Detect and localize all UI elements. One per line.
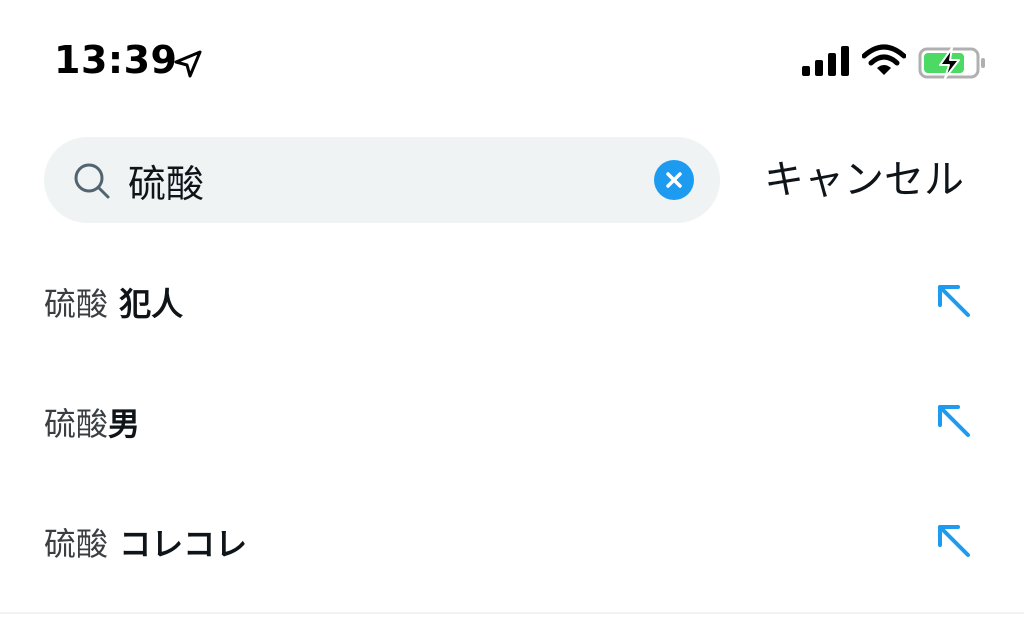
suggestion-item[interactable]: 硫酸 犯人 (0, 241, 1024, 361)
location-arrow-icon (174, 50, 202, 78)
close-icon (666, 172, 682, 188)
signal-bars-icon (802, 46, 849, 76)
suggestion-completion: コレコレ (108, 525, 248, 563)
suggestion-text: 硫酸男 (44, 399, 140, 445)
battery-charging-icon (918, 47, 985, 79)
divider (0, 612, 1024, 614)
suggestion-prefix: 硫酸 (44, 405, 109, 443)
fill-query-arrow-icon[interactable] (934, 281, 974, 321)
fill-query-arrow-icon[interactable] (934, 521, 974, 561)
suggestion-prefix: 硫酸 (44, 285, 109, 323)
clear-search-button[interactable] (654, 160, 694, 200)
cancel-button[interactable]: キャンセル (764, 152, 964, 208)
suggestion-text: 硫酸 コレコレ (44, 519, 247, 565)
status-time: 13:39 (54, 38, 178, 82)
wifi-icon (862, 44, 906, 75)
suggestion-text: 硫酸 犯人 (44, 279, 183, 325)
search-icon (74, 163, 110, 199)
suggestion-item[interactable]: 硫酸男 (0, 361, 1024, 481)
suggestion-prefix: 硫酸 (44, 525, 109, 563)
status-bar: 13:39 (0, 0, 1024, 120)
suggestion-completion: 男 (108, 405, 141, 443)
fill-query-arrow-icon[interactable] (934, 401, 974, 441)
search-box (44, 137, 720, 223)
suggestion-completion: 犯人 (108, 285, 184, 323)
suggestion-item[interactable]: 硫酸 コレコレ (0, 481, 1024, 601)
search-input[interactable] (128, 152, 628, 208)
